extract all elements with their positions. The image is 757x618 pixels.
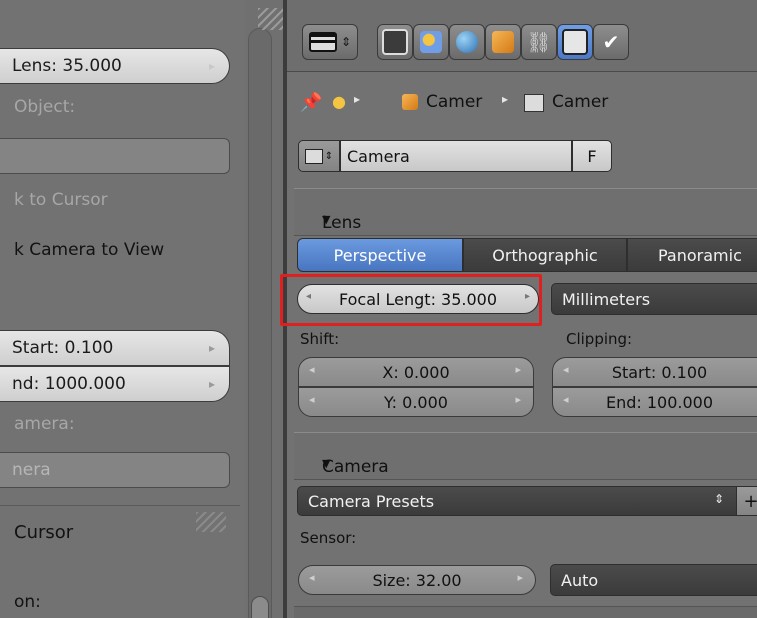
local-camera-label: amera: <box>14 414 75 434</box>
annotation-highlight-box <box>280 274 542 326</box>
arrow-right-icon: ▸ <box>502 92 509 106</box>
tab-camera-data[interactable] <box>557 24 593 60</box>
clip-start-label: Start: 0.100 <box>12 338 114 358</box>
clip-end-label: nd: 1000.000 <box>12 374 126 394</box>
camera-panel-header[interactable]: ▼ Camera <box>294 432 757 480</box>
updown-arrow-icon: ⇕ <box>324 150 334 162</box>
datablock-name-input[interactable]: Camera <box>340 140 572 172</box>
lens-unit-dropdown[interactable]: Millimeters <box>551 283 757 315</box>
tab-panoramic[interactable]: Panoramic <box>627 238 757 272</box>
clipping-label: Clipping: <box>566 330 633 348</box>
shift-label: Shift: <box>300 330 340 348</box>
lock-object-label: Object: <box>14 97 76 117</box>
clip-end-field[interactable]: nd: 1000.000 ▸ <box>0 366 230 402</box>
lock-camera-toggle[interactable]: k Camera to View <box>14 240 164 260</box>
plus-icon: + <box>743 491 757 512</box>
add-preset-button[interactable]: + <box>736 486 757 516</box>
breadcrumb-data: Camer <box>552 92 609 112</box>
lock-object-field[interactable] <box>0 138 230 174</box>
sensor-fit-dropdown[interactable]: Auto <box>550 564 757 596</box>
sensor-size-value: Size: 32.00 <box>372 570 462 590</box>
camera-data-icon <box>562 29 588 55</box>
arrow-right-icon: ▸ <box>515 363 521 376</box>
camera-render-icon <box>382 29 408 55</box>
lens-field[interactable]: Lens: 35.000 ▸ <box>0 48 230 84</box>
arrow-left-icon: ◂ <box>563 363 569 376</box>
view-properties-panel: Lens: 35.000 ▸ Object: k to Cursor k Cam… <box>0 0 245 618</box>
next-panel-edge <box>294 606 757 618</box>
lens-field-label: Lens: 35.000 <box>12 56 122 76</box>
camera-panel-title: Camera <box>322 457 389 477</box>
tab-render[interactable] <box>377 24 413 60</box>
drag-grip-icon[interactable] <box>196 512 226 532</box>
datablock-selector: ⇕ Camera F <box>298 140 624 172</box>
lens-panel-title: Lens <box>322 213 362 233</box>
link-icon: ⛓ <box>526 30 552 54</box>
camera-data-icon <box>524 94 544 112</box>
pin-icon[interactable]: 📌 <box>300 92 322 113</box>
scrollbar-track[interactable] <box>248 28 272 618</box>
arrow-right-icon: ▸ <box>515 393 521 406</box>
breadcrumb-object: Camer <box>426 92 483 112</box>
clip-start-field[interactable]: ◂ Start: 0.100 <box>552 357 757 387</box>
arrow-left-icon: ◂ <box>309 571 315 584</box>
camera-data-icon <box>304 148 323 164</box>
tab-material[interactable]: ✔ <box>593 24 629 60</box>
shift-y-field[interactable]: ◂ Y: 0.000 ▸ <box>298 387 534 417</box>
browse-camera-button[interactable]: ⇕ <box>298 140 340 172</box>
properties-header: ⇕ ⛓ ✔ <box>287 0 757 72</box>
clip-start-field[interactable]: Start: 0.100 ▸ <box>0 330 230 366</box>
tab-scene[interactable] <box>413 24 449 60</box>
editor-type-menu[interactable]: ⇕ <box>302 24 358 60</box>
local-camera-field[interactable]: nera <box>0 452 230 488</box>
cursor-panel-header[interactable]: Cursor <box>14 522 73 543</box>
scrollbar-thumb[interactable] <box>251 596 269 618</box>
lock-cursor-toggle[interactable]: k to Cursor <box>14 190 108 210</box>
fake-user-button[interactable]: F <box>572 140 612 172</box>
clip-start-value: Start: 0.100 <box>611 362 708 382</box>
breadcrumb: 📌 ● ▸ Camer ▸ Camer <box>298 90 748 120</box>
check-icon: ✔ <box>602 30 620 54</box>
shift-y-value: Y: 0.000 <box>384 392 448 412</box>
clip-end-field[interactable]: ◂ End: 100.000 <box>552 387 757 417</box>
shift-x-field[interactable]: ◂ X: 0.000 ▸ <box>298 357 534 387</box>
tab-perspective[interactable]: Perspective <box>297 238 463 272</box>
lens-panel-header[interactable]: ▼ Lens <box>294 188 757 236</box>
camera-presets-label: Camera Presets <box>308 491 435 511</box>
arrow-left-icon: ◂ <box>563 393 569 406</box>
arrow-right-icon: ▸ <box>354 92 361 106</box>
area-split-corner-icon[interactable] <box>258 8 284 30</box>
arrow-right-icon: ▸ <box>208 59 215 73</box>
arrow-right-icon: ▸ <box>208 377 215 391</box>
object-cube-icon <box>402 94 418 110</box>
tab-orthographic[interactable]: Orthographic <box>463 238 627 272</box>
divider <box>0 505 240 506</box>
blender-properties-window: Lens: 35.000 ▸ Object: k to Cursor k Cam… <box>0 0 757 618</box>
tab-object[interactable] <box>485 24 521 60</box>
tab-constraints[interactable]: ⛓ <box>521 24 557 60</box>
arrow-right-icon: ▸ <box>517 571 523 584</box>
sensor-size-field[interactable]: ◂ Size: 32.00 ▸ <box>298 565 536 595</box>
scene-icon <box>420 31 442 53</box>
sensor-label: Sensor: <box>300 529 357 547</box>
object-cube-icon <box>492 31 514 53</box>
updown-arrow-icon: ⇕ <box>340 35 352 49</box>
clip-end-value: End: 100.000 <box>605 392 714 412</box>
arrow-right-icon: ▸ <box>208 341 215 355</box>
scene-icon: ● <box>332 92 346 111</box>
cursor-location-label: on: <box>14 592 41 612</box>
arrow-left-icon: ◂ <box>309 393 315 406</box>
tab-world[interactable] <box>449 24 485 60</box>
updown-arrow-icon: ⇕ <box>713 492 724 506</box>
local-camera-value: nera <box>12 460 51 480</box>
world-icon <box>456 31 478 53</box>
camera-presets-menu[interactable]: Camera Presets ⇕ <box>297 486 737 516</box>
editor-type-icon <box>308 32 337 52</box>
arrow-left-icon: ◂ <box>309 363 315 376</box>
shift-x-value: X: 0.000 <box>382 362 450 382</box>
